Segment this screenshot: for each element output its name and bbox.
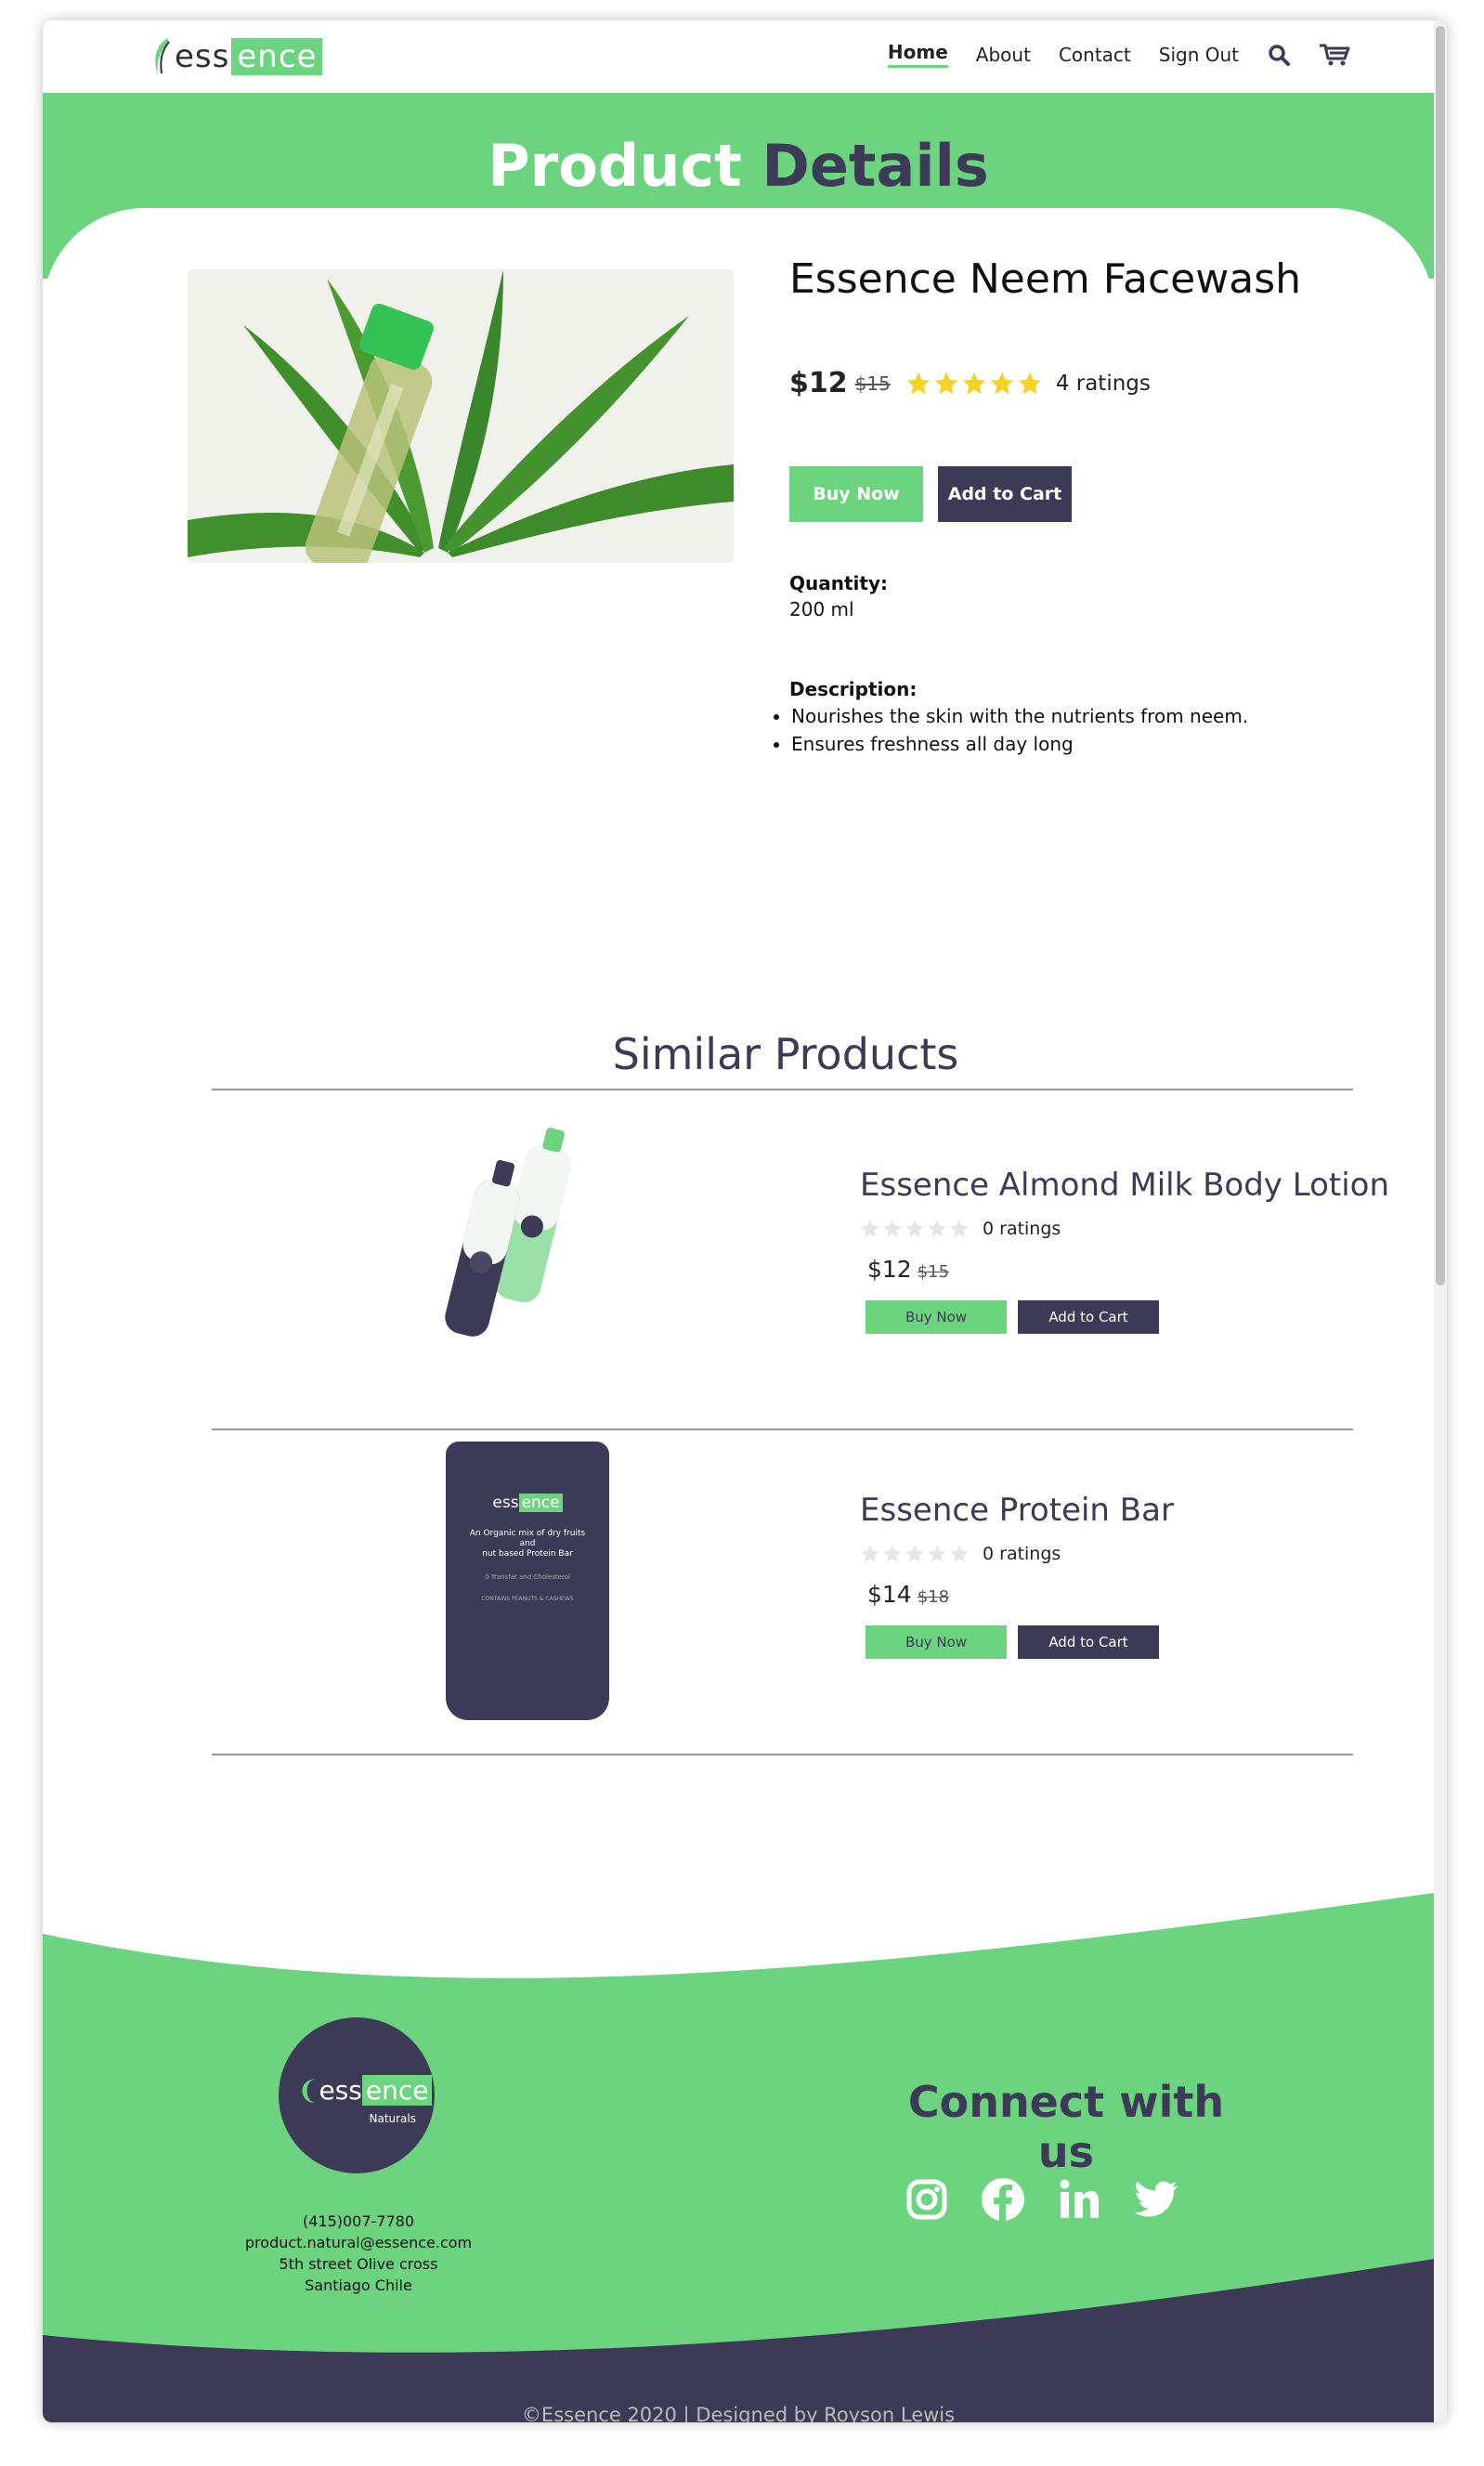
- star-icon: [962, 372, 986, 394]
- leaf-icon: [155, 38, 170, 75]
- lotion-bottles-image: [445, 1128, 571, 1337]
- similar-product-name: Essence Almond Milk Body Lotion: [860, 1167, 1389, 1204]
- connect-title: Connect with us: [907, 2077, 1225, 2177]
- product-name: Essence Neem Facewash: [789, 255, 1302, 303]
- star-icon: [1018, 372, 1042, 394]
- buy-now-button[interactable]: Buy Now: [866, 1625, 1007, 1659]
- description-list: Nourishes the skin with the nutrients fr…: [771, 702, 1248, 758]
- description-item: Ensures freshness all day long: [791, 730, 1248, 758]
- browser-frame: ess ence Home About Contact Sign Out Prod…: [43, 20, 1447, 2422]
- star-icon: [883, 1545, 902, 1562]
- copyright: ©Essence 2020 | Designed by Royson Lewis: [521, 2404, 956, 2422]
- divider: [212, 1089, 1353, 1090]
- quantity-value: 200 ml: [789, 598, 854, 620]
- star-icon: [990, 372, 1014, 394]
- protein-bar-pouch-image: ess ence An Organic mix of dry fruits and…: [446, 1442, 609, 1720]
- product-image: [188, 269, 734, 563]
- footer-logo-subtitle: Naturals: [369, 2112, 416, 2125]
- cart-icon[interactable]: [1319, 43, 1350, 67]
- buy-now-button[interactable]: Buy Now: [789, 466, 923, 522]
- product-old-price: $15: [854, 372, 891, 395]
- ratings-count: 0 ratings: [983, 1219, 1061, 1239]
- star-rating: [905, 371, 1043, 397]
- description-item: Nourishes the skin with the nutrients fr…: [791, 702, 1248, 730]
- logo-text: ess ence: [175, 38, 323, 75]
- divider: [212, 1429, 1353, 1430]
- search-icon[interactable]: [1267, 43, 1291, 67]
- star-icon: [905, 1545, 924, 1562]
- divider: [212, 1754, 1353, 1755]
- linkedin-icon[interactable]: [1055, 2175, 1103, 2224]
- footer-contact: (415)007-7780 product.natural@essence.co…: [210, 2211, 507, 2296]
- nav-about[interactable]: About: [976, 44, 1031, 66]
- buy-now-button[interactable]: Buy Now: [866, 1300, 1007, 1334]
- similar-products-title: Similar Products: [612, 1029, 959, 1079]
- nav-links: Home About Contact Sign Out: [887, 41, 1350, 68]
- add-to-cart-button[interactable]: Add to Cart: [1018, 1625, 1159, 1659]
- star-icon: [934, 372, 958, 394]
- similar-product-price: $14 $18: [867, 1581, 950, 1608]
- star-icon: [906, 372, 931, 394]
- description-label: Description:: [789, 678, 918, 700]
- add-to-cart-button[interactable]: Add to Cart: [938, 466, 1072, 522]
- twitter-icon[interactable]: [1133, 2175, 1181, 2224]
- add-to-cart-button[interactable]: Add to Cart: [1018, 1300, 1159, 1334]
- star-icon: [950, 1545, 969, 1562]
- footer-address-line: Santiago Chile: [305, 2277, 412, 2294]
- star-icon: [905, 1220, 924, 1237]
- footer-phone: (415)007-7780: [302, 2212, 415, 2230]
- logo[interactable]: ess ence: [150, 33, 323, 80]
- facebook-icon[interactable]: [979, 2175, 1027, 2224]
- ratings-count: 4 ratings: [1055, 371, 1151, 396]
- footer-logo-text: ❨ess ence: [297, 2075, 433, 2106]
- star-rating: 0 ratings: [860, 1544, 1061, 1564]
- scrollbar[interactable]: [1434, 20, 1447, 2422]
- nav-home[interactable]: Home: [887, 41, 948, 68]
- footer-email[interactable]: product.natural@essence.com: [210, 2232, 507, 2253]
- instagram-icon[interactable]: [903, 2175, 951, 2224]
- similar-product-name: Essence Protein Bar: [860, 1492, 1174, 1529]
- product-price: $12: [789, 367, 848, 399]
- star-icon: [928, 1220, 946, 1237]
- scrollbar-thumb[interactable]: [1436, 26, 1445, 1285]
- star-icon: [950, 1220, 969, 1237]
- nav-sign-out[interactable]: Sign Out: [1159, 44, 1239, 66]
- similar-product-price: $12 $15: [867, 1256, 950, 1283]
- star-rating: 0 ratings: [860, 1219, 1061, 1239]
- pouch-text: An Organic mix of dry fruits and nut bas…: [469, 1529, 586, 1602]
- price-rating-row: $12 $15 4 ratings: [789, 367, 1151, 399]
- pouch-logo: ess ence: [446, 1494, 609, 1512]
- star-icon: [883, 1220, 902, 1237]
- star-icon: [928, 1545, 946, 1562]
- ratings-count: 0 ratings: [983, 1544, 1061, 1564]
- footer-logo[interactable]: ❨ess ence Naturals: [279, 2017, 435, 2173]
- quantity-label: Quantity:: [789, 572, 888, 594]
- star-icon: [861, 1545, 879, 1562]
- star-icon: [861, 1220, 879, 1237]
- nav-contact[interactable]: Contact: [1059, 44, 1131, 66]
- page-title: Product Details: [488, 132, 989, 200]
- top-nav: ess ence Home About Contact Sign Out: [43, 20, 1434, 93]
- footer-address-line: 5th street Olive cross: [279, 2255, 438, 2273]
